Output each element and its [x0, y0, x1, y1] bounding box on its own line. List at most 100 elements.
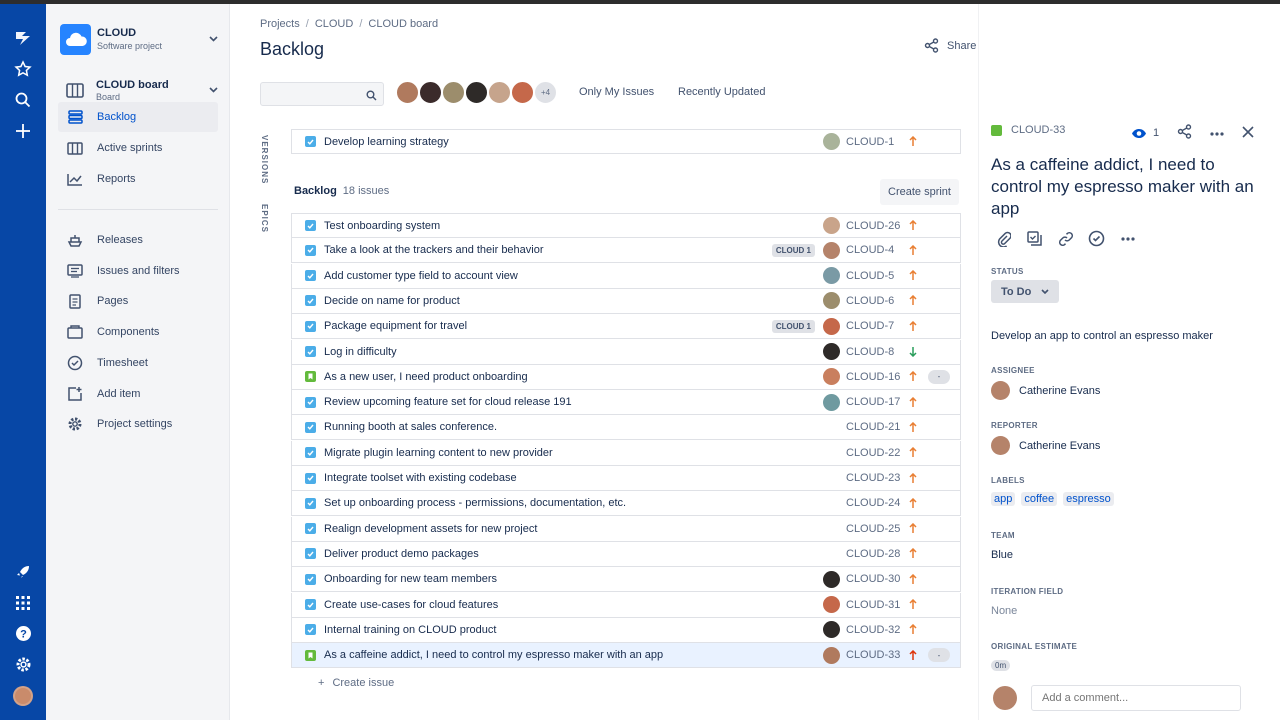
comment-input[interactable]	[1031, 685, 1241, 711]
sidebar-item-pages[interactable]: Pages	[58, 286, 218, 316]
backlog-issue-row[interactable]: Log in difficulty CLOUD-8	[291, 339, 961, 365]
issue-key[interactable]: CLOUD-22	[846, 447, 904, 459]
avatar[interactable]	[487, 80, 512, 105]
backlog-issue-row[interactable]: Create use-cases for cloud features CLOUD…	[291, 592, 961, 618]
backlog-issue-row[interactable]: Deliver product demo packages CLOUD-28	[291, 541, 961, 567]
sidebar-item-active-sprints[interactable]: Active sprints	[58, 133, 218, 163]
avatar[interactable]	[418, 80, 443, 105]
breadcrumb-project[interactable]: CLOUD	[315, 18, 354, 30]
user-avatar[interactable]	[13, 686, 33, 706]
issue-key[interactable]: CLOUD-5	[846, 270, 904, 282]
create-issue-link[interactable]: + Create issue	[318, 677, 394, 689]
check-circle-icon[interactable]	[1084, 226, 1109, 251]
tab-versions[interactable]: VERSIONS	[260, 135, 269, 184]
avatar[interactable]	[510, 80, 535, 105]
epic-badge[interactable]: CLOUD 1	[771, 319, 815, 333]
more-avatars-badge[interactable]: +4	[533, 80, 558, 105]
backlog-issue-row[interactable]: As a new user, I need product onboarding…	[291, 364, 961, 390]
link-icon[interactable]	[1053, 226, 1078, 251]
issue-key[interactable]: CLOUD-28	[846, 548, 904, 560]
issue-key[interactable]: CLOUD-32	[846, 624, 904, 636]
project-switcher[interactable]: CLOUD Software project	[60, 22, 220, 56]
estimate-value[interactable]: 0m	[991, 660, 1011, 671]
issue-key[interactable]: CLOUD-26	[846, 220, 904, 232]
create-plus-icon[interactable]	[0, 115, 46, 146]
avatar[interactable]	[395, 80, 420, 105]
label-tag[interactable]: app	[991, 492, 1016, 506]
label-tag[interactable]: coffee	[1021, 492, 1058, 506]
tab-epics[interactable]: EPICS	[260, 204, 269, 233]
avatar[interactable]	[441, 80, 466, 105]
detail-title[interactable]: As a caffeine addict, I need to control …	[991, 154, 1261, 220]
create-sprint-button[interactable]: Create sprint	[880, 179, 959, 205]
close-icon[interactable]	[1242, 125, 1254, 141]
epic-badge[interactable]: CLOUD 1	[771, 243, 815, 257]
backlog-issue-row[interactable]: Package equipment for travel CLOUD 1 CLOUD…	[291, 314, 961, 340]
search-icon[interactable]	[366, 88, 377, 106]
issue-key[interactable]: CLOUD-7	[846, 320, 904, 332]
issue-key[interactable]: CLOUD-23	[846, 472, 904, 484]
rocket-icon[interactable]	[0, 556, 46, 587]
issue-key[interactable]: CLOUD-1	[846, 136, 904, 148]
issue-key[interactable]: CLOUD-6	[846, 295, 904, 307]
issue-key[interactable]: CLOUD-24	[846, 497, 904, 509]
breadcrumb-projects[interactable]: Projects	[260, 18, 300, 30]
issue-key[interactable]: CLOUD-33	[846, 649, 904, 661]
issue-key[interactable]: CLOUD-31	[846, 599, 904, 611]
issue-key[interactable]: CLOUD-17	[846, 396, 904, 408]
jira-logo-icon[interactable]	[0, 22, 46, 53]
issue-key[interactable]: CLOUD-16	[846, 371, 904, 383]
sidebar-item-backlog[interactable]: Backlog	[58, 102, 218, 132]
watch-button[interactable]: 1	[1131, 127, 1159, 139]
sprint-issue-row[interactable]: Develop learning strategy CLOUD-1	[291, 129, 961, 154]
attachment-icon[interactable]	[991, 226, 1016, 251]
backlog-issue-row[interactable]: Onboarding for new team members CLOUD-30	[291, 567, 961, 593]
status-dropdown[interactable]: To Do	[991, 280, 1060, 303]
sidebar-item-add-item[interactable]: Add item	[58, 379, 218, 409]
estimate-badge[interactable]: -	[928, 648, 950, 663]
sidebar-item-timesheet[interactable]: Timesheet	[58, 348, 218, 378]
backlog-issue-row[interactable]: Add customer type field to account view C…	[291, 263, 961, 289]
issue-key[interactable]: CLOUD-30	[846, 573, 904, 585]
reporter-field[interactable]: Catherine Evans	[991, 436, 1100, 455]
breadcrumb-board[interactable]: CLOUD board	[368, 18, 438, 30]
issue-key[interactable]: CLOUD-25	[846, 523, 904, 535]
sidebar-item-project-settings[interactable]: Project settings	[58, 409, 218, 439]
more-horizontal-icon[interactable]	[1115, 226, 1140, 251]
detail-issue-key[interactable]: CLOUD-33	[991, 124, 1065, 136]
sidebar-item-reports[interactable]: Reports	[58, 164, 218, 194]
backlog-issue-row[interactable]: Set up onboarding process - permissions,…	[291, 491, 961, 517]
backlog-issue-row[interactable]: Realign development assets for new proje…	[291, 516, 961, 542]
settings-gear-icon[interactable]	[0, 649, 46, 680]
share-icon[interactable]	[1177, 124, 1192, 142]
backlog-issue-row[interactable]: Take a look at the trackers and their be…	[291, 238, 961, 264]
backlog-issue-row[interactable]: Internal training on CLOUD product CLOUD-…	[291, 617, 961, 643]
issue-description[interactable]: Develop an app to control an espresso ma…	[991, 330, 1213, 342]
help-icon[interactable]: ?	[0, 618, 46, 649]
issue-key[interactable]: CLOUD-4	[846, 244, 904, 256]
backlog-issue-row[interactable]: Decide on name for product CLOUD-6	[291, 288, 961, 314]
share-button[interactable]: Share	[924, 38, 976, 53]
label-tag[interactable]: espresso	[1063, 492, 1114, 506]
estimate-badge[interactable]: -	[928, 369, 950, 384]
issue-key[interactable]: CLOUD-8	[846, 346, 904, 358]
iteration-value[interactable]: None	[991, 605, 1017, 617]
sidebar-item-releases[interactable]: Releases	[58, 225, 218, 255]
avatar[interactable]	[464, 80, 489, 105]
backlog-issue-row[interactable]: Review upcoming feature set for cloud re…	[291, 390, 961, 416]
app-switcher-icon[interactable]	[0, 587, 46, 618]
subtask-icon[interactable]	[1022, 226, 1047, 251]
backlog-issue-row[interactable]: Migrate plugin learning content to new p…	[291, 440, 961, 466]
backlog-issue-row[interactable]: As a caffeine addict, I need to control …	[291, 643, 961, 669]
sidebar-item-components[interactable]: Components	[58, 317, 218, 347]
backlog-issue-row[interactable]: Test onboarding system CLOUD-26	[291, 213, 961, 238]
sidebar-item-issues-and-filters[interactable]: Issues and filters	[58, 256, 218, 286]
search-icon[interactable]	[0, 84, 46, 115]
filter-recently-updated[interactable]: Recently Updated	[678, 86, 765, 98]
backlog-issue-row[interactable]: Running booth at sales conference. CLOUD-…	[291, 415, 961, 441]
more-horizontal-icon[interactable]	[1210, 127, 1224, 139]
star-icon[interactable]	[0, 53, 46, 84]
filter-only-my-issues[interactable]: Only My Issues	[579, 86, 654, 98]
assignee-field[interactable]: Catherine Evans	[991, 381, 1100, 400]
team-value[interactable]: Blue	[991, 549, 1013, 561]
